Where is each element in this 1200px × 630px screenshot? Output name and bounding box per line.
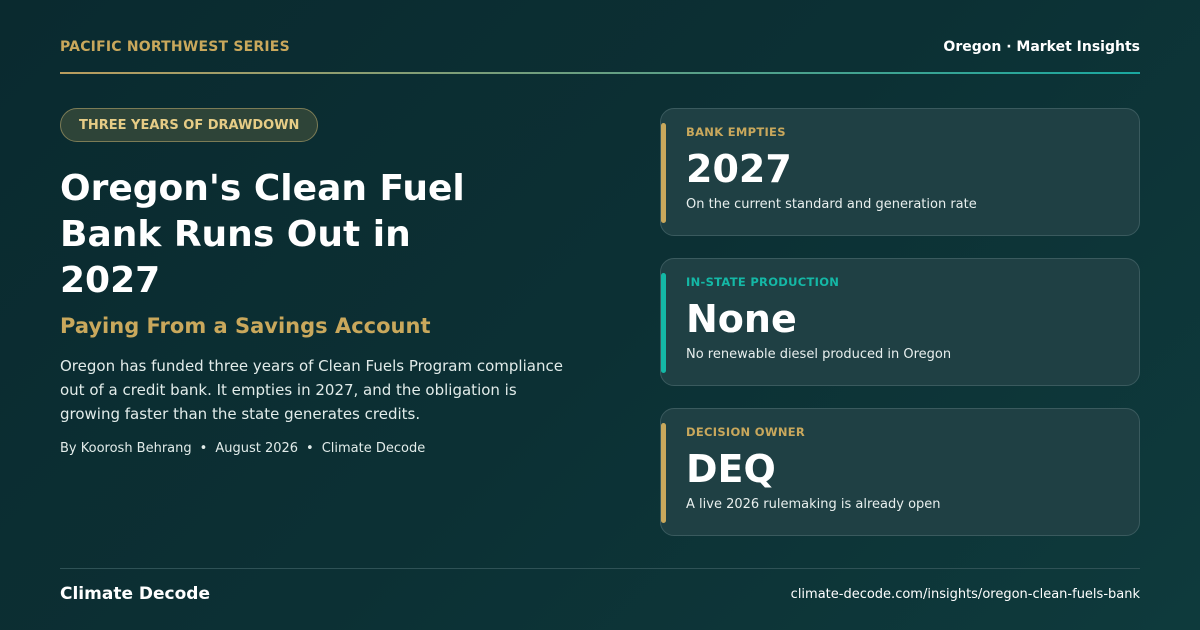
tag-pill: THREE YEARS OF DRAWDOWN [60, 108, 319, 142]
card-description: On the current standard and generation r… [686, 197, 977, 212]
card-description: No renewable diesel produced in Oregon [686, 347, 952, 362]
subhead: Paying From a Savings Account [60, 314, 431, 338]
byline-separator: • [199, 441, 208, 456]
card-value: DEQ [686, 447, 776, 491]
card-label: BANK EMPTIES [686, 125, 786, 139]
card-accent-bar [661, 423, 666, 523]
footer-brand: Climate Decode [60, 584, 210, 604]
byline-date: August 2026 [215, 441, 299, 456]
card-label: IN-STATE PRODUCTION [686, 275, 840, 289]
card-label: DECISION OWNER [686, 425, 806, 439]
summary: Oregon has funded three years of Clean F… [60, 357, 563, 423]
header-divider [60, 72, 1140, 74]
headline: Oregon's Clean Fuel Bank Runs Out in 202… [60, 168, 465, 301]
stat-card-bank-empties: BANK EMPTIES 2027 On the current standar… [660, 108, 1140, 236]
footer-divider [60, 568, 1140, 569]
series-label: PACIFIC NORTHWEST SERIES [60, 39, 290, 55]
footer-url-link[interactable]: climate-decode.com/insights/oregon-clean… [791, 587, 1140, 602]
card-accent-bar [661, 123, 666, 223]
header-context: Oregon · Market Insights [943, 39, 1140, 55]
byline-publication: Climate Decode [321, 441, 426, 456]
card-value: None [686, 297, 797, 341]
card-value: 2027 [686, 147, 792, 191]
byline-separator: • [306, 441, 314, 456]
byline-author: By Koorosh Behrang [60, 441, 192, 456]
stat-card-decision-owner: DECISION OWNER DEQ A live 2026 rulemakin… [660, 408, 1140, 536]
stat-card-in-state-production: IN-STATE PRODUCTION None No renewable di… [660, 258, 1140, 386]
card-description: A live 2026 rulemaking is already open [686, 497, 941, 512]
byline: By Koorosh Behrang • August 2026 • Climate D… [60, 441, 620, 456]
card-accent-bar [661, 273, 666, 373]
